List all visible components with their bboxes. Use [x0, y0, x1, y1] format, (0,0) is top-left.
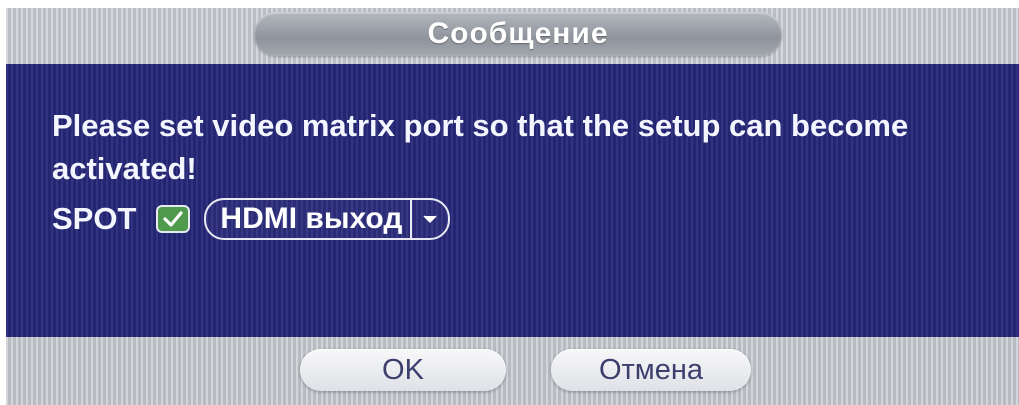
- check-icon: [163, 211, 184, 227]
- dropdown-button[interactable]: [412, 200, 448, 238]
- dialog-title: Сообщение: [427, 17, 609, 50]
- title-bar: Сообщение: [6, 8, 1019, 64]
- message-dialog: Сообщение Please set video matrix port s…: [6, 8, 1019, 405]
- button-bar: OK Отмена: [6, 337, 1019, 405]
- select-value: HDMI выход: [206, 200, 413, 238]
- dialog-body: Please set video matrix port so that the…: [6, 64, 1019, 337]
- spot-output-select[interactable]: HDMI выход: [204, 198, 451, 240]
- spot-row: SPOT HDMI выход: [52, 196, 451, 242]
- page: Сообщение Please set video matrix port s…: [0, 0, 1019, 405]
- ok-button[interactable]: OK: [300, 349, 506, 391]
- message-text: Please set video matrix port so that the…: [52, 108, 909, 186]
- spot-checkbox[interactable]: [156, 205, 191, 233]
- cancel-button[interactable]: Отмена: [551, 349, 751, 391]
- spot-label: SPOT: [52, 201, 137, 236]
- chevron-down-icon: [423, 215, 437, 223]
- title-pill: Сообщение: [254, 12, 782, 56]
